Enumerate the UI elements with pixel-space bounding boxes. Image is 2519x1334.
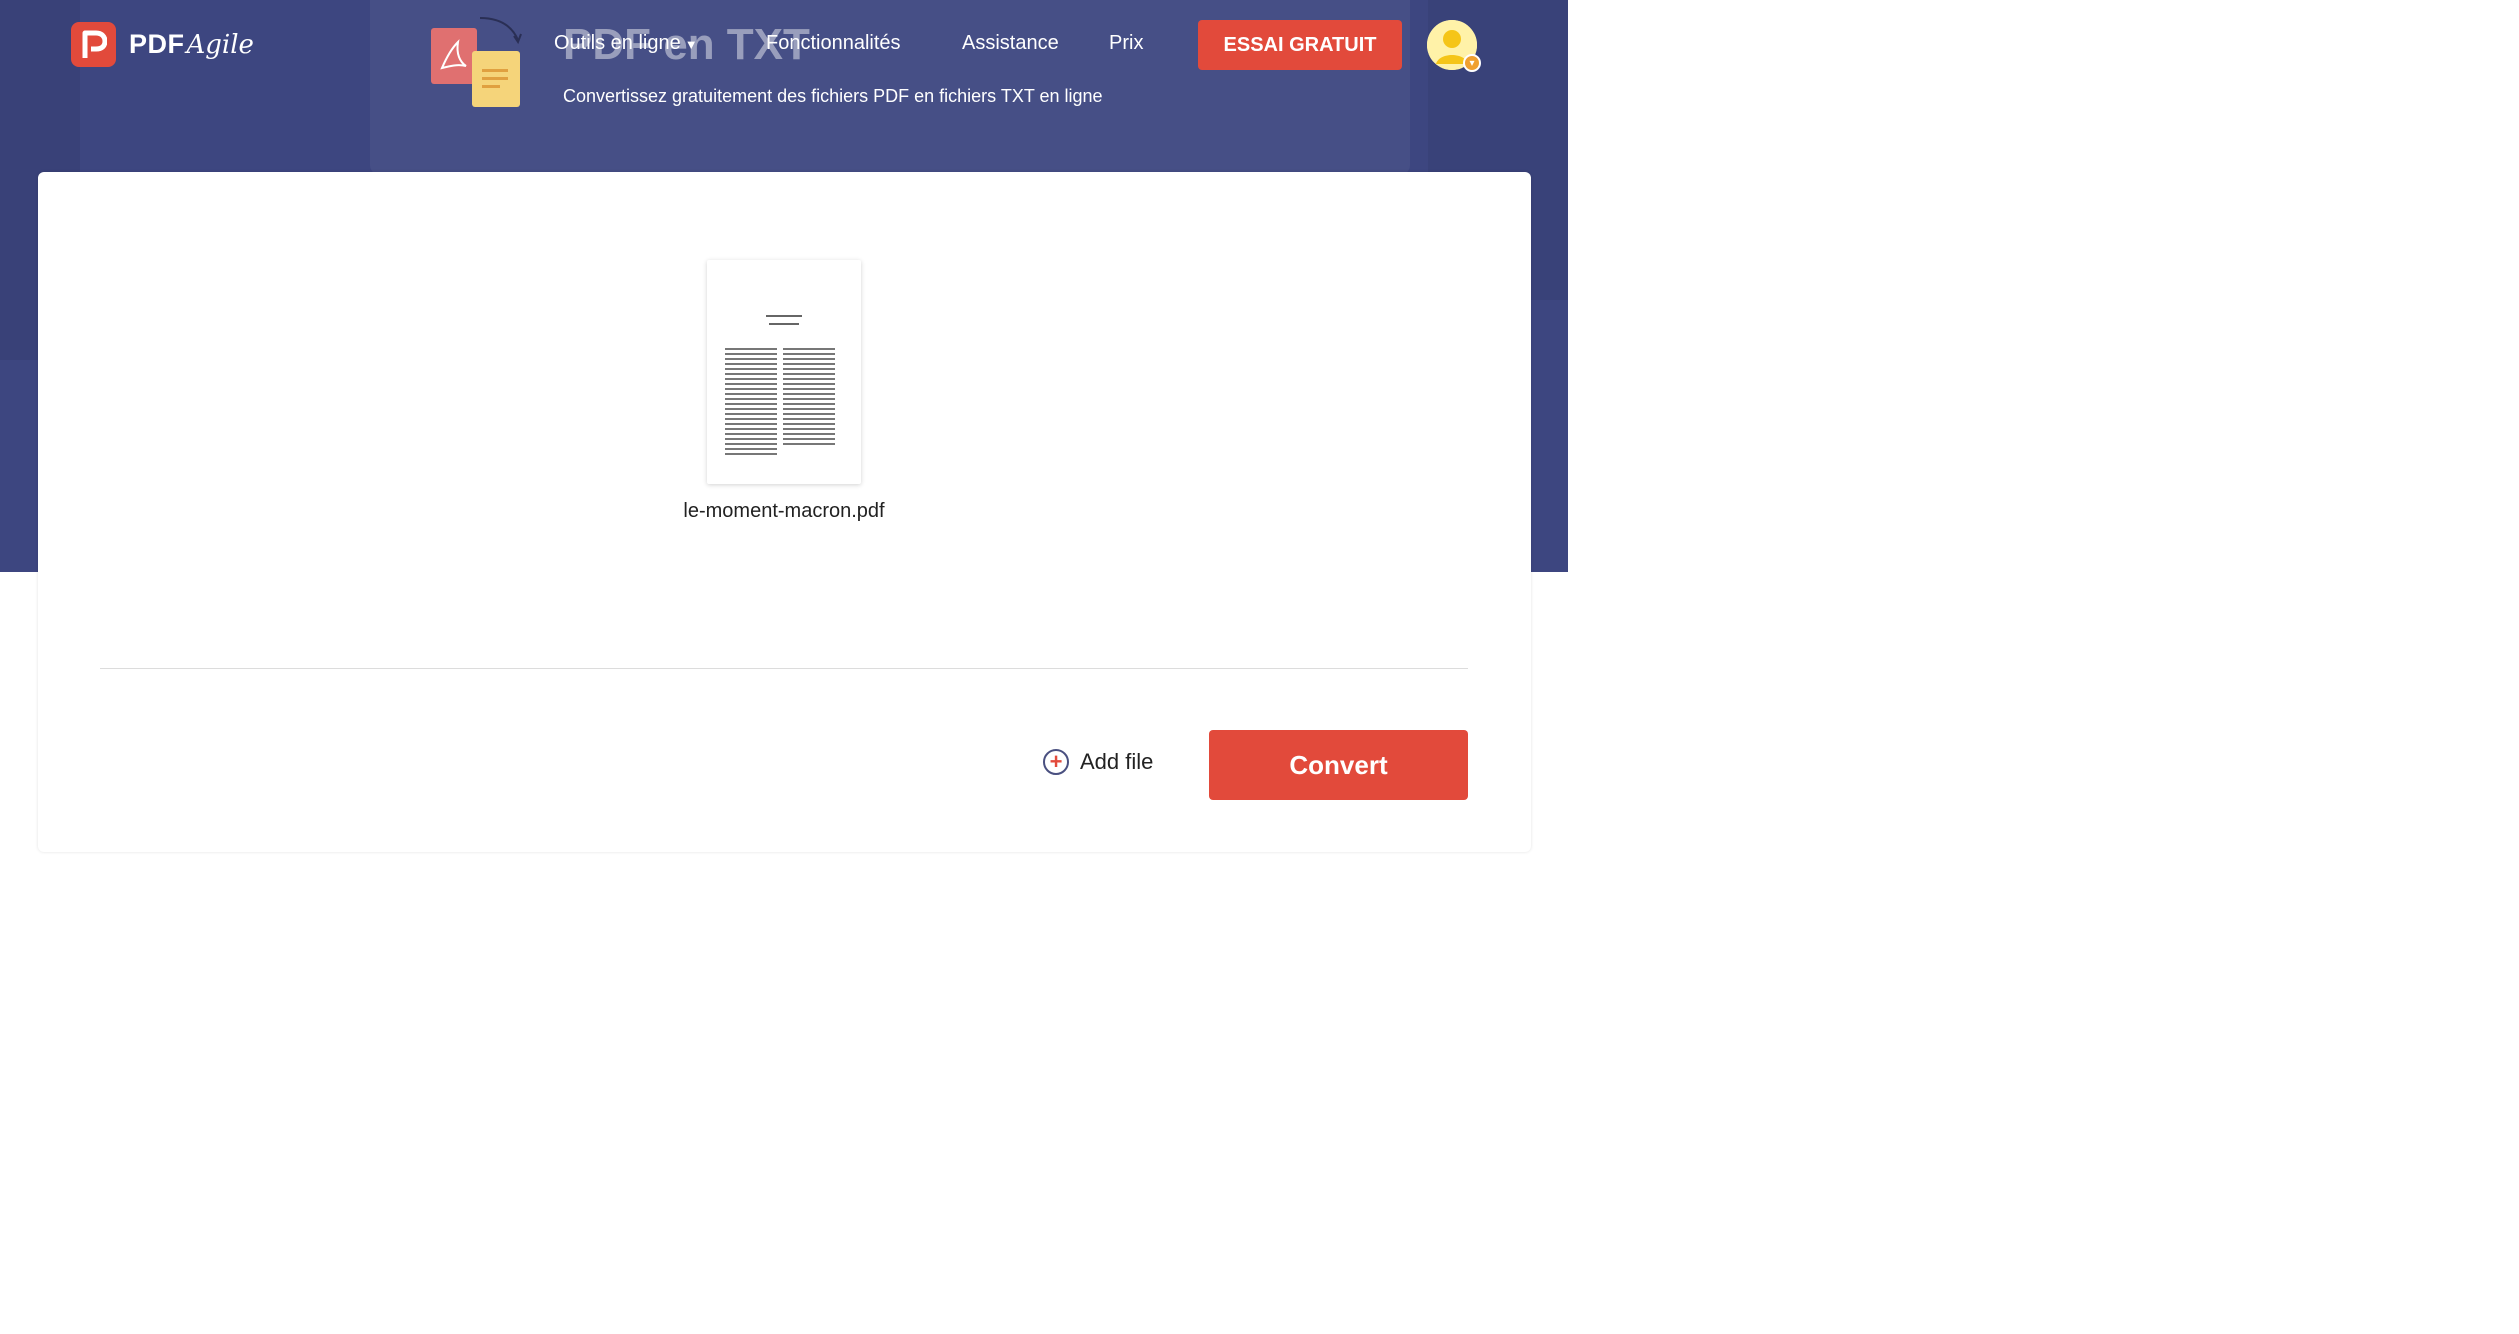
logo-icon [71,22,116,67]
add-file-label: Add file [1080,749,1154,774]
file-name: le-moment-macron.pdf [683,500,885,522]
nav-pricing[interactable]: Prix [1109,32,1143,55]
chevron-down-icon: ▼ [684,37,698,52]
nav-help[interactable]: Assistance [962,32,1059,55]
convert-button[interactable]: Convert [1209,730,1468,800]
free-trial-button[interactable]: ESSAI GRATUIT [1198,20,1402,70]
premium-badge-icon: ▾ [1463,54,1481,72]
thumbnail-heading [766,315,802,317]
file-thumbnail[interactable] [707,260,861,484]
logo-text: PDF [129,29,185,59]
nav-online-tools[interactable]: Outils en ligne ▼ [554,32,698,55]
plus-circle-icon: + [1043,749,1069,775]
add-file-button[interactable]: + Add file [1043,749,1153,775]
divider [100,668,1468,669]
converter-card: le-moment-macron.pdf + Add file Convert [38,172,1531,852]
thumbnail-column-left [725,348,777,458]
pdfagile-logo[interactable]: PDF Agile [71,22,254,67]
user-avatar[interactable]: ▾ [1427,20,1481,72]
logo-script-text: Agile [186,29,254,60]
thumbnail-subheading [769,323,799,325]
top-navigation: PDF Agile Outils en ligne ▼ Fonctionnalit… [0,0,1568,90]
thumbnail-column-right [783,348,835,448]
nav-features[interactable]: Fonctionnalités [766,32,901,55]
nav-online-tools-label: Outils en ligne [554,32,681,54]
